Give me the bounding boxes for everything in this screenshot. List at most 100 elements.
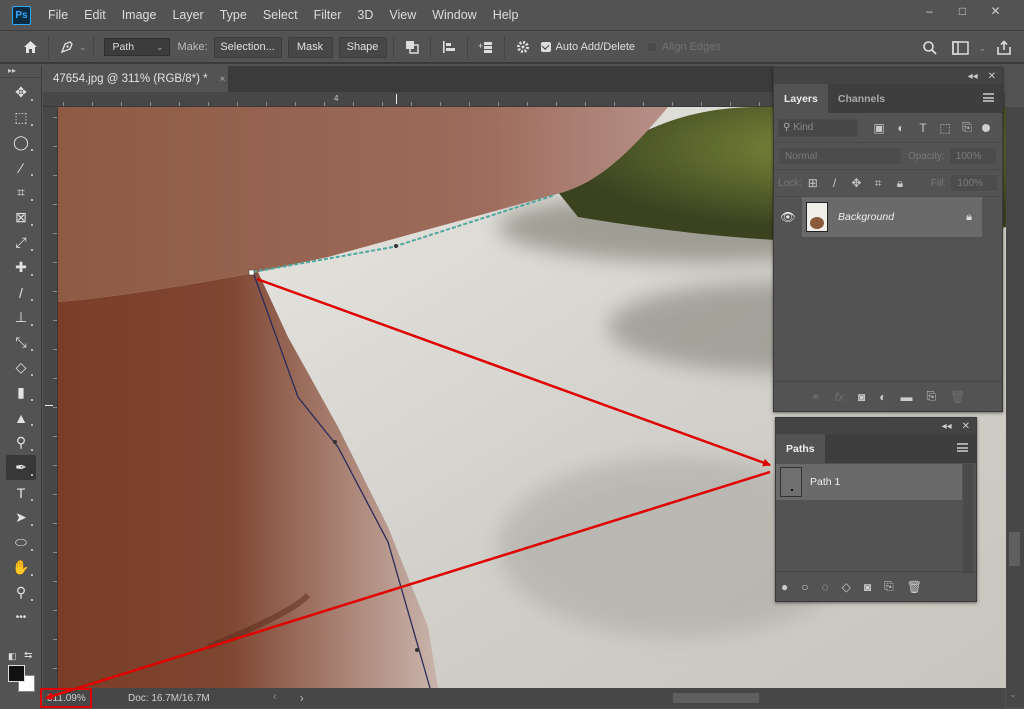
workspace-icon[interactable] <box>948 36 972 60</box>
add-mask-icon[interactable]: ◙ <box>864 580 871 594</box>
tool-magic-wand[interactable]: ⁄ <box>6 155 36 180</box>
path-anchor-point[interactable] <box>333 440 337 444</box>
tool-clone-stamp[interactable]: ⊥ <box>6 305 36 330</box>
menu-3d[interactable]: 3D <box>349 8 381 22</box>
menu-window[interactable]: Window <box>424 8 484 22</box>
menu-layer[interactable]: Layer <box>164 8 211 22</box>
kind-filter-select[interactable]: ⚲ Kind <box>778 118 858 137</box>
menu-type[interactable]: Type <box>212 8 255 22</box>
close-panel-icon[interactable]: ✕ <box>962 421 970 432</box>
search-icon[interactable] <box>918 36 942 60</box>
vertical-scrollbar-thumb[interactable] <box>1009 532 1020 566</box>
close-tab-icon[interactable]: × <box>220 74 226 85</box>
fill-field[interactable]: 100% <box>950 174 998 192</box>
opacity-field[interactable]: 100% <box>948 147 997 165</box>
tool-zoom[interactable]: ⚲ <box>6 580 36 605</box>
make-mask-button[interactable]: Mask <box>287 36 333 58</box>
make-work-path-icon[interactable]: ◇ <box>842 580 851 594</box>
lock-image-icon[interactable]: / <box>824 176 846 190</box>
menu-edit[interactable]: Edit <box>76 8 114 22</box>
maximize-button[interactable]: □ <box>946 2 979 20</box>
tool-blur[interactable]: ▲ <box>6 405 36 430</box>
document-size-info[interactable]: Doc: 16.7M/16.7M <box>128 693 210 704</box>
adjustment-filter-icon[interactable]: ◐ <box>890 121 912 135</box>
tool-hand[interactable]: ✋ <box>6 555 36 580</box>
minimize-button[interactable]: – <box>913 2 946 20</box>
eye-icon[interactable]: 👁︎ <box>774 210 802 224</box>
layer-name[interactable]: Background <box>838 211 966 223</box>
home-icon[interactable] <box>18 35 42 59</box>
tool-mode-select[interactable]: Path ⌄ <box>103 38 170 56</box>
link-layers-icon[interactable]: ⚭ <box>811 390 821 404</box>
tool-crop[interactable]: ⌗ <box>6 180 36 205</box>
chevron-down-icon[interactable]: ⌄ <box>978 43 986 54</box>
blend-mode-select[interactable]: Normal <box>778 147 902 165</box>
horizontal-scrollbar-thumb[interactable] <box>673 693 759 703</box>
add-mask-icon[interactable]: ◙ <box>858 390 865 404</box>
delete-path-icon[interactable]: 🗑︎ <box>907 580 922 594</box>
layer-style-icon[interactable]: fx <box>835 390 844 404</box>
tab-channels[interactable]: Channels <box>828 84 895 113</box>
path-alignment-icon[interactable] <box>437 35 461 59</box>
tool-frame[interactable]: ⊠ <box>6 205 36 230</box>
tool-marquee[interactable]: ⬚ <box>6 105 36 130</box>
tool-move[interactable]: ✥ <box>6 80 36 105</box>
tool-ellipse[interactable]: ⬭ <box>6 530 36 555</box>
menu-view[interactable]: View <box>381 8 424 22</box>
chevron-down-icon[interactable]: ⌄ <box>79 42 87 53</box>
menu-image[interactable]: Image <box>114 8 165 22</box>
scroll-left-icon[interactable]: ‹ <box>273 691 277 703</box>
delete-layer-icon[interactable]: 🗑︎ <box>950 390 965 404</box>
vertical-scrollbar[interactable]: ⌄ <box>1006 107 1024 707</box>
close-window-button[interactable]: ✕ <box>979 2 1012 20</box>
type-filter-icon[interactable]: T <box>912 121 934 135</box>
path-anchor-point[interactable] <box>248 269 255 276</box>
scroll-down-icon[interactable]: ⌄ <box>1009 689 1017 700</box>
horizontal-scrollbar[interactable]: ‹ <box>273 691 993 704</box>
gear-icon[interactable] <box>511 35 535 59</box>
tab-paths[interactable]: Paths <box>776 434 825 463</box>
new-layer-icon[interactable]: ⎘ <box>927 389 937 404</box>
adjustment-layer-icon[interactable]: ◐ <box>879 390 886 404</box>
path-anchor-point[interactable] <box>394 244 398 248</box>
tool-type[interactable]: T <box>6 480 36 505</box>
auto-add-delete-checkbox[interactable]: Auto Add/Delete <box>540 41 635 53</box>
tool-lasso[interactable]: ◯ <box>6 130 36 155</box>
menu-help[interactable]: Help <box>485 8 527 22</box>
load-as-selection-icon[interactable]: ◌ <box>822 580 829 594</box>
toolbar-grip[interactable]: ▸▸ <box>0 66 41 78</box>
tool-pen[interactable]: ✒ <box>6 455 36 480</box>
path-arrangement-icon[interactable]: + <box>474 35 498 59</box>
path-row[interactable]: Path 1 <box>776 464 962 500</box>
make-shape-button[interactable]: Shape <box>338 36 387 58</box>
lock-position-icon[interactable]: ✥ <box>845 176 867 190</box>
share-icon[interactable] <box>992 36 1016 60</box>
layer-row[interactable]: 👁︎ Background 🔒︎ <box>774 197 1002 237</box>
paths-scrollbar[interactable] <box>963 464 973 574</box>
tool-brush[interactable]: / <box>6 280 36 305</box>
fill-path-icon[interactable]: ● <box>781 580 788 594</box>
menu-select[interactable]: Select <box>255 8 306 22</box>
menu-filter[interactable]: Filter <box>306 8 350 22</box>
lock-artboard-icon[interactable]: ⌗ <box>867 176 889 191</box>
make-selection-button[interactable]: Selection... <box>213 36 282 58</box>
path-anchor-point[interactable] <box>415 648 419 652</box>
tool-healing-brush[interactable]: ✚ <box>6 255 36 280</box>
document-tab[interactable]: 47654.jpg @ 311% (RGB/8*) * × <box>43 66 228 92</box>
collapse-panel-icon[interactable]: ◂◂ <box>968 71 978 82</box>
tool-eraser[interactable]: ◇ <box>6 355 36 380</box>
tool-eyedropper[interactable]: ⤢ <box>6 230 36 255</box>
lock-transparent-icon[interactable]: ⊞ <box>802 176 824 190</box>
pixel-filter-icon[interactable]: ▣ <box>868 121 890 135</box>
path-name[interactable]: Path 1 <box>810 476 840 488</box>
tool-history-brush[interactable]: ⤡ <box>6 330 36 355</box>
path-operations-icon[interactable] <box>400 35 424 59</box>
menu-file[interactable]: File <box>40 8 76 22</box>
swap-colors-icon[interactable]: ⇆ <box>24 650 32 661</box>
pen-tool-icon[interactable] <box>55 35 79 59</box>
tool-path-selection[interactable]: ➤ <box>6 505 36 530</box>
lock-all-icon[interactable]: 🔒︎ <box>889 176 911 191</box>
new-path-icon[interactable]: ⎘ <box>884 579 894 594</box>
filter-toggle-icon[interactable] <box>982 123 990 132</box>
smart-object-filter-icon[interactable]: ⎘ <box>956 120 978 135</box>
